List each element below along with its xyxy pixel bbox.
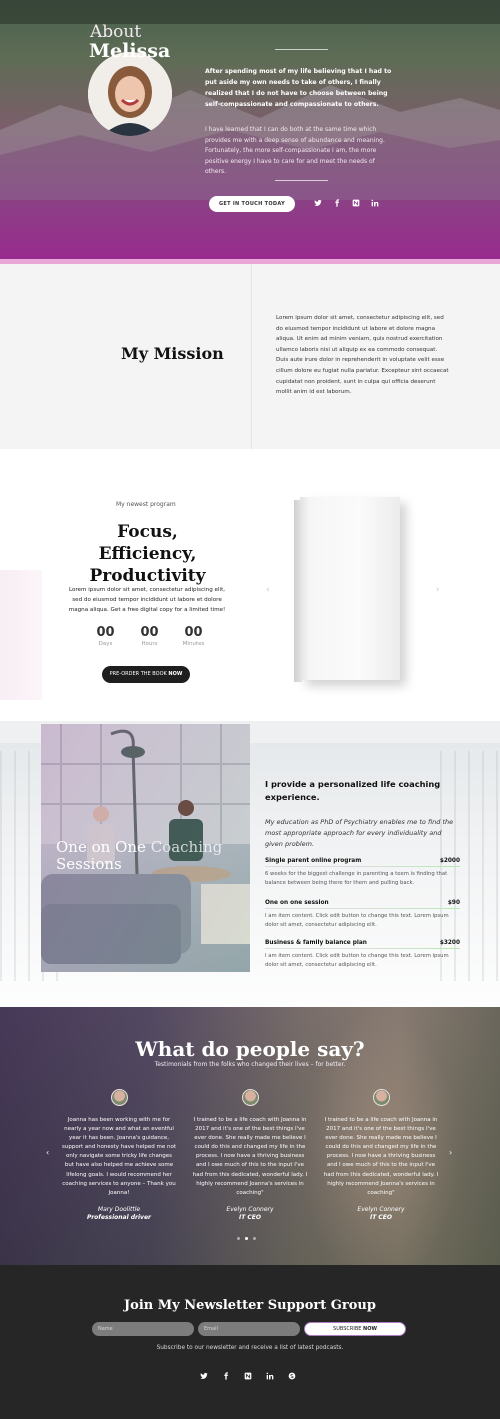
carousel-next-arrow[interactable]: ›: [436, 585, 440, 595]
countdown-value: 00: [184, 625, 203, 640]
avatar: [372, 1089, 390, 1106]
countdown-timer: 00 Days 00 Hours 00 Minutes: [85, 626, 217, 648]
book-image: [294, 497, 406, 682]
testimonial-card: I trained to be a life coach with Joanna…: [323, 1089, 439, 1222]
countdown-value: 00: [140, 625, 159, 640]
program-title: Focus, Efficiency, Productivity: [89, 522, 206, 586]
linkedin-icon[interactable]: [371, 199, 379, 207]
pre-order-button[interactable]: PRE-ORDER THE BOOK NOW: [102, 666, 190, 683]
testimonial-role: IT CEO: [369, 1213, 393, 1221]
countdown-label: Minutes: [182, 641, 205, 647]
testimonial-next-arrow[interactable]: ›: [449, 1148, 452, 1157]
countdown-minutes: 00 Minutes: [173, 626, 214, 648]
carousel-dot[interactable]: [253, 1237, 256, 1240]
program-subtitle: My newest program: [116, 501, 176, 508]
price-item-description: I am item content. Click edit button to …: [265, 953, 449, 968]
newsletter-icon[interactable]: [244, 1372, 252, 1380]
mission-title: My Mission: [121, 344, 224, 363]
countdown-label: Days: [98, 641, 113, 647]
about-paragraph-1: After spending most of my life believing…: [205, 68, 392, 108]
testimonial-author: Evelyn Connery: [226, 1205, 274, 1213]
about-title-line2: Melissa: [89, 40, 171, 62]
program-section: My newest program Focus, Efficiency, Pro…: [0, 449, 500, 721]
program-text: Lorem ipsum dolor sit amet, consectetur …: [68, 587, 226, 614]
testimonial-text: I trained to be a life coach with Joanna…: [323, 1117, 439, 1196]
price-item-description: I am item content. Click edit button to …: [265, 913, 449, 928]
about-paragraph-2: I have learned that I can do both at the…: [205, 126, 385, 175]
subscribe-button[interactable]: SUBSCRIBE NOW: [304, 1322, 406, 1336]
newsletter-icon[interactable]: [352, 199, 360, 207]
email-field[interactable]: [198, 1322, 300, 1336]
vertical-divider: [251, 264, 252, 449]
skype-icon[interactable]: [288, 1372, 296, 1380]
price-item-price: $3200: [439, 940, 460, 946]
avatar: [241, 1089, 259, 1106]
profile-avatar: [88, 52, 172, 136]
carousel-prev-arrow[interactable]: ‹: [266, 585, 270, 595]
countdown-hours: 00 Hours: [129, 626, 170, 648]
separator: [275, 49, 328, 50]
price-list-item: Business & family balance plan $3200 I a…: [265, 940, 460, 970]
name-field[interactable]: [92, 1322, 194, 1336]
newsletter-section: Join My Newsletter Support Group SUBSCRI…: [0, 1265, 500, 1419]
countdown-value: 00: [96, 625, 115, 640]
decorative-block: [0, 570, 42, 700]
mission-text: Lorem ipsum dolor sit amet, consectetur …: [276, 315, 449, 396]
price-list-item: One on one session $90 I am item content…: [265, 900, 460, 930]
coaching-title-line2: Sessions: [56, 855, 122, 873]
carousel-dot-active[interactable]: [245, 1237, 248, 1240]
carousel-dot[interactable]: [237, 1237, 240, 1240]
coaching-title-light: Coaching: [150, 838, 223, 856]
price-item-price: $90: [447, 900, 460, 906]
countdown-days: 00 Days: [85, 626, 126, 648]
twitter-icon[interactable]: [200, 1372, 208, 1380]
newsletter-text: Subscribe to our newsletter and receive …: [156, 1345, 344, 1351]
price-list-item: Single parent online program $2000 6 wee…: [265, 858, 460, 888]
price-item-name: One on one session: [265, 900, 329, 906]
facebook-icon[interactable]: [222, 1372, 230, 1380]
testimonial-card: I trained to be a life coach with Joanna…: [192, 1089, 308, 1222]
about-section: About Melissa After spending most of my …: [0, 0, 500, 264]
testimonials-title: What do people say?: [135, 1037, 365, 1061]
twitter-icon[interactable]: [314, 199, 322, 207]
testimonial-card: Joanna has been working with me for near…: [61, 1089, 177, 1222]
pre-order-label-strong: NOW: [168, 671, 183, 677]
countdown-label: Hours: [141, 641, 158, 647]
testimonial-author: Mary Doolittle: [97, 1205, 141, 1213]
about-social-links: [314, 199, 390, 207]
coaching-image-title: One on One Coaching Sessions: [56, 839, 222, 873]
price-item-description: 6 weeks for the biggest challenge in par…: [265, 871, 448, 886]
about-title-line1: About: [90, 22, 142, 42]
newsletter-title: Join My Newsletter Support Group: [124, 1298, 376, 1313]
mission-section: My Mission Lorem ipsum dolor sit amet, c…: [0, 264, 500, 449]
top-band: [0, 0, 500, 24]
footer-social-links: [200, 1372, 310, 1380]
coaching-intro: My education as PhD of Psychiatry enable…: [265, 818, 454, 848]
price-item-name: Business & family balance plan: [265, 940, 367, 946]
testimonials-section: What do people say? Testimonials from th…: [0, 1007, 500, 1265]
get-in-touch-button[interactable]: GET IN TOUCH TODAY: [209, 196, 295, 212]
price-item-price: $2000: [439, 858, 460, 864]
testimonial-author: Evelyn Connery: [357, 1205, 405, 1213]
facebook-icon[interactable]: [333, 199, 341, 207]
testimonial-text: Joanna has been working with me for near…: [62, 1117, 176, 1196]
coaching-photo: One on One Coaching Sessions: [41, 724, 250, 972]
coaching-heading: I provide a personalized life coaching e…: [265, 779, 441, 802]
testimonial-role: Professional driver: [86, 1213, 151, 1221]
linkedin-icon[interactable]: [266, 1372, 274, 1380]
separator: [275, 180, 328, 181]
testimonial-role: IT CEO: [238, 1213, 262, 1221]
coaching-panel: I provide a personalized life coaching e…: [263, 744, 463, 994]
subscribe-label-strong: NOW: [363, 1326, 377, 1332]
coaching-title-bold: One on One: [56, 838, 146, 856]
testimonial-prev-arrow[interactable]: ‹: [46, 1148, 49, 1157]
pre-order-label: PRE-ORDER THE BOOK: [109, 671, 167, 677]
price-item-name: Single parent online program: [265, 858, 362, 864]
subscribe-label: SUBSCRIBE: [333, 1326, 362, 1332]
coaching-section: One on One Coaching Sessions I provide a…: [0, 721, 500, 1007]
testimonials-subtitle: Testimonials from the folks who changed …: [154, 1061, 346, 1068]
avatar: [110, 1089, 128, 1106]
carousel-dots: [237, 1237, 261, 1240]
testimonial-text: I trained to be a life coach with Joanna…: [192, 1117, 308, 1196]
